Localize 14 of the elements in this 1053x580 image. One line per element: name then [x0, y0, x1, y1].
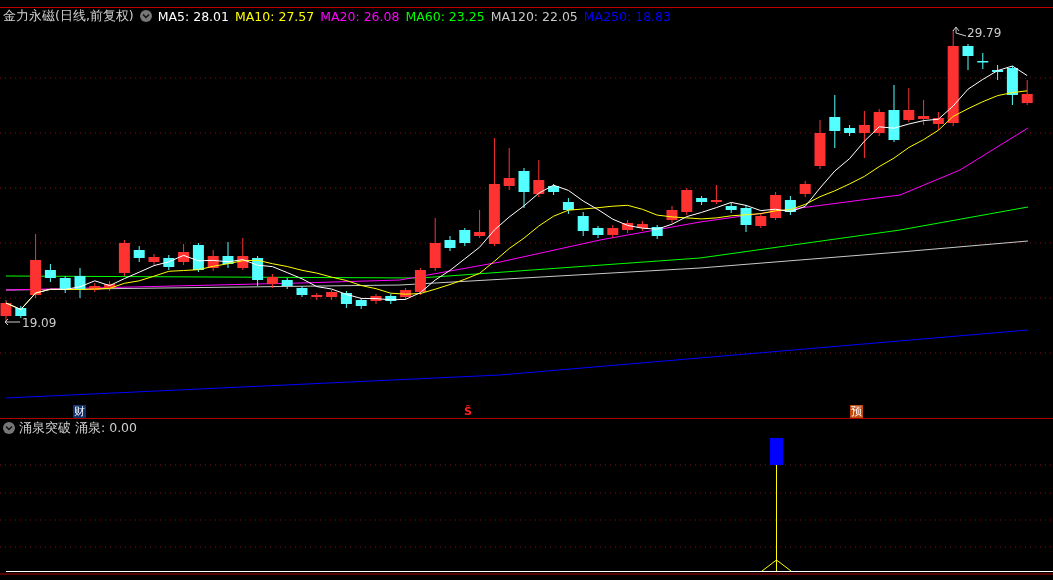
event-marker[interactable]: 预 — [850, 405, 863, 418]
chart-title: 金力永磁(日线,前复权) — [3, 7, 134, 25]
low-price-label: 19.09 — [22, 316, 57, 330]
indicator-reading: 涌泉: 0.00 — [75, 419, 138, 437]
moving-average-label: MA60: 23.25 — [405, 8, 485, 24]
moving-average-label: MA250: 18.83 — [583, 8, 671, 24]
event-marker[interactable]: Ŝ — [463, 405, 473, 418]
moving-average-label: MA120: 22.05 — [490, 8, 578, 24]
high-price-label: 29.79 — [967, 26, 1002, 40]
moving-average-label: MA20: 26.08 — [320, 8, 400, 24]
moving-average-label: MA5: 28.01 — [157, 8, 229, 24]
event-marker[interactable]: 财 — [73, 405, 86, 418]
indicator-name: 涌泉突破 — [19, 419, 71, 437]
moving-average-label: MA10: 27.57 — [235, 8, 315, 24]
